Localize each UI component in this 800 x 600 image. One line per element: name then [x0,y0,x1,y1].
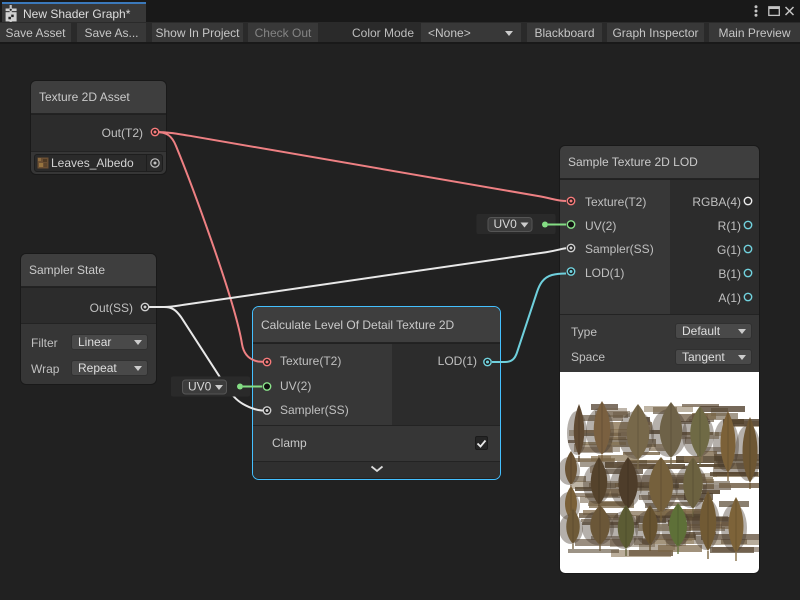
svg-text:UV0: UV0 [494,217,518,231]
svg-text:UV0: UV0 [188,380,212,394]
